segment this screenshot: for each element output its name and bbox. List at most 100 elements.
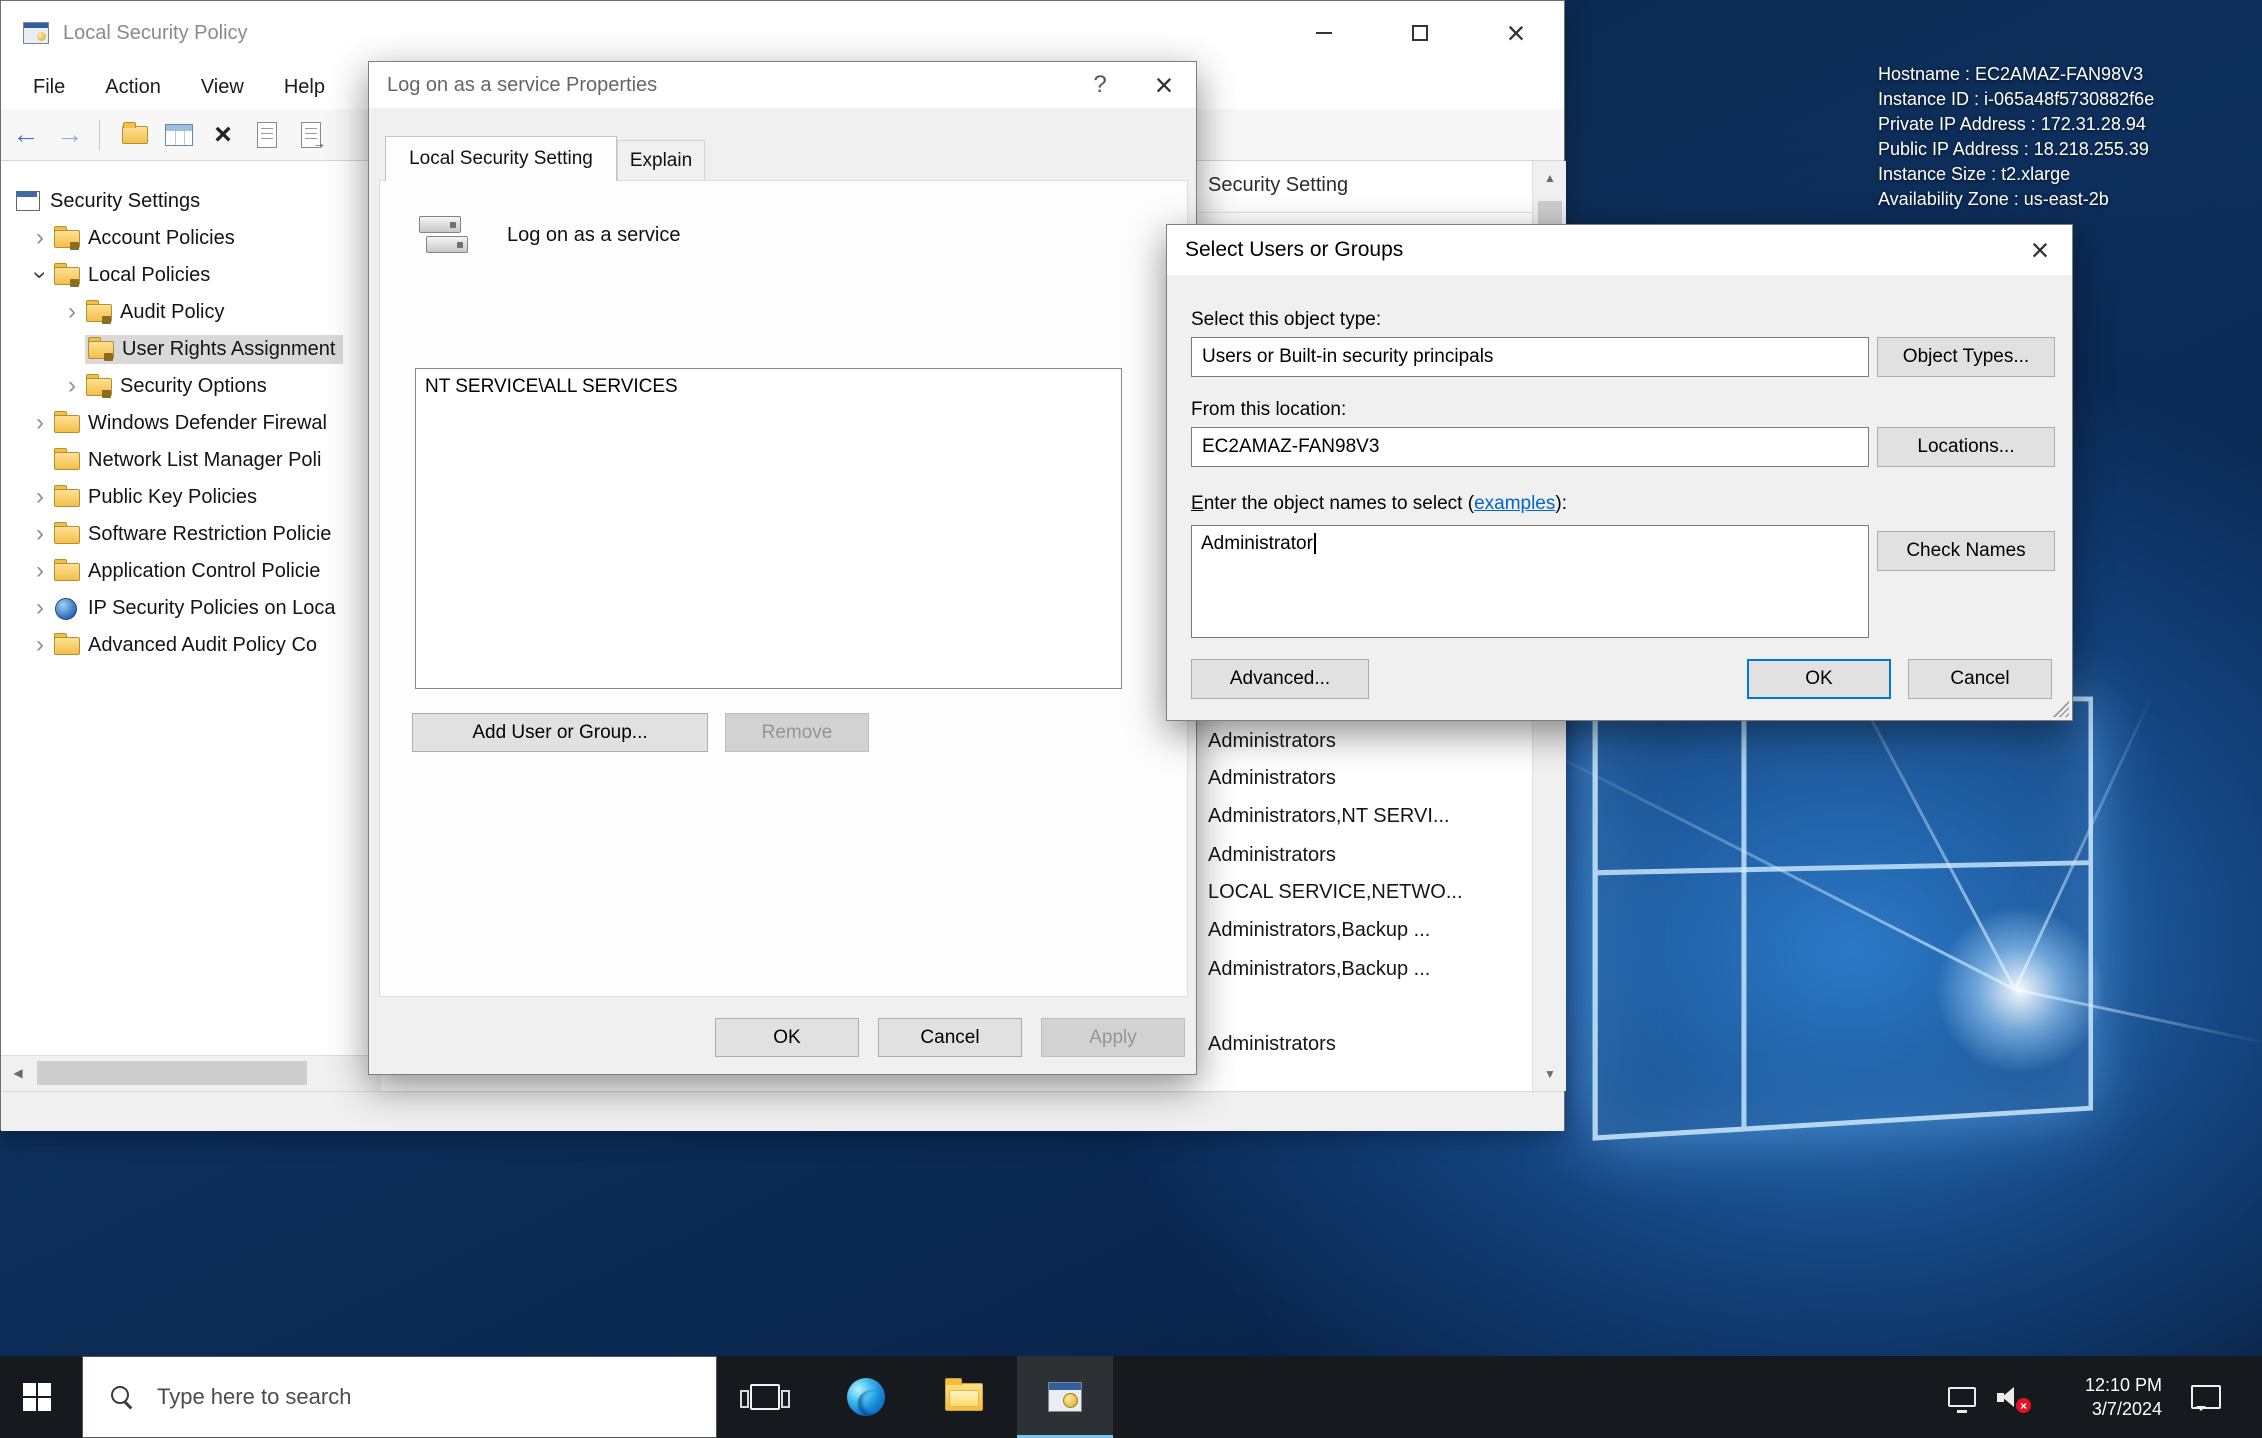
tree-item-public-key-policies[interactable]: Public Key Policies <box>1 479 381 515</box>
chevron-right-icon[interactable] <box>27 226 53 251</box>
listbox-entry[interactable]: NT SERVICE\ALL SERVICES <box>425 376 1112 398</box>
help-button[interactable] <box>1068 62 1132 108</box>
file-explorer-button[interactable] <box>916 1356 1012 1438</box>
minimize-button[interactable] <box>1276 1 1372 65</box>
chevron-right-icon[interactable] <box>27 633 53 658</box>
chevron-right-icon[interactable] <box>27 485 53 510</box>
column-header-label: Security Setting <box>1208 174 1348 197</box>
close-button[interactable] <box>1468 1 1564 65</box>
start-button[interactable] <box>0 1356 74 1438</box>
object-types-button[interactable]: Object Types... <box>1877 337 2055 377</box>
local-security-policy-taskbar-button[interactable] <box>1017 1356 1113 1438</box>
tab-explain[interactable]: Explain <box>617 140 705 181</box>
tab-local-security-setting[interactable]: Local Security Setting <box>385 136 617 181</box>
maximize-icon <box>1412 25 1428 41</box>
tree-item-label: User Rights Assignment <box>122 338 335 361</box>
export-list-icon[interactable] <box>248 116 286 154</box>
taskbar-clock[interactable]: 12:10 PM 3/7/2024 <box>2052 1356 2162 1438</box>
resize-grip[interactable] <box>2053 701 2069 717</box>
list-row[interactable]: Administrators <box>1208 724 1336 758</box>
edge-button[interactable] <box>818 1356 914 1438</box>
menu-view[interactable]: View <box>181 65 264 109</box>
menu-help[interactable]: Help <box>264 65 345 109</box>
chevron-right-icon[interactable] <box>59 300 85 325</box>
chevron-right-icon[interactable] <box>27 559 53 584</box>
tree-horizontal-scrollbar[interactable] <box>1 1055 381 1089</box>
list-row[interactable]: Administrators <box>1208 1027 1336 1061</box>
volume-tray-button[interactable] <box>1990 1356 2034 1438</box>
tree-item-account-policies[interactable]: Account Policies <box>1 220 381 256</box>
ok-button[interactable]: OK <box>1747 659 1891 699</box>
list-row[interactable]: Administrators,Backup ... <box>1208 952 1430 986</box>
close-button[interactable] <box>2008 225 2072 275</box>
tree-item-network-list-manager[interactable]: Network List Manager Poli <box>1 442 381 478</box>
tree-item-software-restriction-policies[interactable]: Software Restriction Policie <box>1 516 381 552</box>
tree-item-security-settings[interactable]: Security Settings <box>1 183 381 219</box>
list-row[interactable]: Administrators,Backup ... <box>1208 913 1430 947</box>
export-folder-icon[interactable] <box>116 116 154 154</box>
tree-item-local-policies[interactable]: Local Policies <box>1 257 381 293</box>
cancel-button[interactable]: Cancel <box>1908 659 2052 699</box>
list-row[interactable]: Administrators <box>1208 838 1336 872</box>
list-row[interactable]: Administrators <box>1208 761 1336 795</box>
object-names-input[interactable]: Administrator <box>1191 525 1869 638</box>
add-user-or-group-button[interactable]: Add User or Group... <box>412 713 708 752</box>
cancel-button[interactable]: Cancel <box>878 1018 1022 1057</box>
chevron-right-icon[interactable] <box>59 374 85 399</box>
tree-item-user-rights-assignment[interactable]: User Rights Assignment <box>1 331 381 367</box>
scroll-left-arrow-icon[interactable] <box>1 1056 35 1090</box>
title-bar[interactable]: Local Security Policy <box>1 1 1564 65</box>
delete-icon[interactable] <box>204 116 242 154</box>
locations-button[interactable]: Locations... <box>1877 427 2055 467</box>
taskbar-search-box[interactable]: Type here to search <box>82 1356 717 1438</box>
tree-item-ip-security-policies[interactable]: IP Security Policies on Loca <box>1 590 381 626</box>
tree-item-label: Account Policies <box>88 227 235 250</box>
dialog-title-bar[interactable]: Select Users or Groups <box>1167 225 2072 275</box>
scrollbar-thumb[interactable] <box>37 1061 307 1085</box>
check-names-button[interactable]: Check Names <box>1877 531 2055 571</box>
scroll-down-arrow-icon[interactable] <box>1533 1057 1567 1091</box>
members-listbox[interactable]: NT SERVICE\ALL SERVICES <box>415 368 1122 689</box>
help-document-icon[interactable] <box>292 116 330 154</box>
action-center-button[interactable] <box>2180 1356 2232 1438</box>
close-button[interactable] <box>1132 62 1196 108</box>
tree-item-windows-defender-firewall[interactable]: Windows Defender Firewal <box>1 405 381 441</box>
forward-icon[interactable] <box>51 116 89 154</box>
advanced-button[interactable]: Advanced... <box>1191 659 1369 699</box>
clock-time: 12:10 PM <box>2085 1373 2162 1397</box>
chevron-right-icon[interactable] <box>27 522 53 547</box>
chevron-right-icon[interactable] <box>27 411 53 436</box>
examples-link[interactable]: examples <box>1474 493 1555 514</box>
globe-icon <box>53 598 79 618</box>
tree-item-application-control-policies[interactable]: Application Control Policie <box>1 553 381 589</box>
menu-action[interactable]: Action <box>85 65 181 109</box>
scroll-up-arrow-icon[interactable] <box>1533 161 1567 195</box>
tree-item-security-options[interactable]: Security Options <box>1 368 381 404</box>
tree-item-label: Advanced Audit Policy Co <box>88 634 317 657</box>
chevron-right-icon[interactable] <box>27 596 53 621</box>
instance-info-line: Instance Size : t2.xlarge <box>1878 162 2154 187</box>
list-row[interactable]: Administrators,NT SERVI... <box>1208 799 1450 833</box>
menu-file[interactable]: File <box>13 65 85 109</box>
chevron-expanded-icon[interactable] <box>27 263 53 288</box>
folder-icon <box>53 414 79 434</box>
wallpaper-logo-horizontal-bar <box>1598 860 2089 875</box>
console-tree-icon[interactable] <box>160 116 198 154</box>
back-icon[interactable] <box>7 116 45 154</box>
tree-item-advanced-audit-policy[interactable]: Advanced Audit Policy Co <box>1 627 381 663</box>
task-view-button[interactable] <box>717 1356 813 1438</box>
network-tray-button[interactable] <box>1940 1356 1984 1438</box>
maximize-button[interactable] <box>1372 1 1468 65</box>
location-field[interactable]: EC2AMAZ-FAN98V3 <box>1191 427 1869 467</box>
button-label: Apply <box>1089 1027 1137 1049</box>
dialog-title-bar[interactable]: Log on as a service Properties <box>369 62 1196 108</box>
tree-item-audit-policy[interactable]: Audit Policy <box>1 294 381 330</box>
folder-icon <box>53 636 79 656</box>
folder-icon <box>53 562 79 582</box>
apply-button: Apply <box>1041 1018 1185 1057</box>
list-row[interactable]: LOCAL SERVICE,NETWO... <box>1208 875 1463 909</box>
object-type-field[interactable]: Users or Built-in security principals <box>1191 337 1869 377</box>
windows-logo-icon <box>23 1383 51 1411</box>
ok-button[interactable]: OK <box>715 1018 859 1057</box>
tree-item-label: Public Key Policies <box>88 486 257 509</box>
